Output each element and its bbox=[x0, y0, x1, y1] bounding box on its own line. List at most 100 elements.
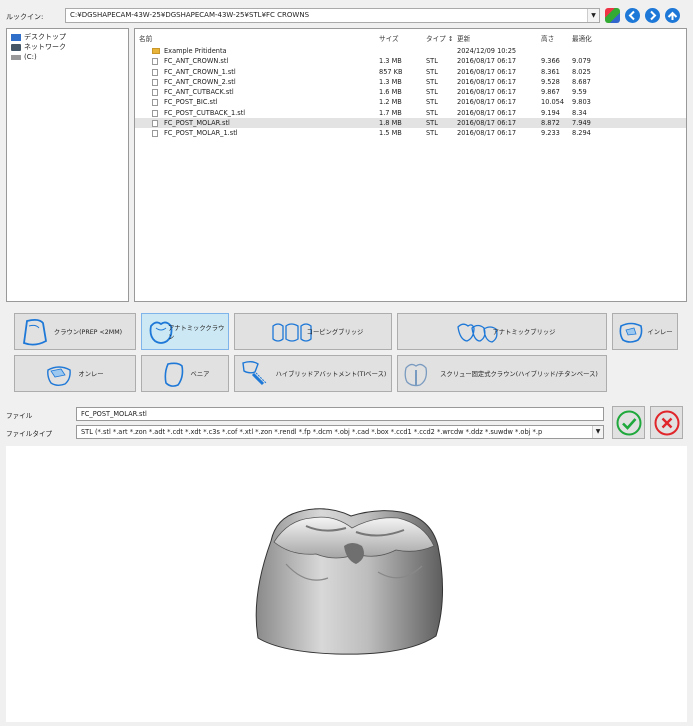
screw-retained-crown-button[interactable]: スクリュー固定式クラウン(ハイブリッド/チタンベース) bbox=[397, 355, 607, 392]
file-row[interactable]: Example Pritidenta 2024/12/09 10:25 bbox=[135, 46, 686, 56]
look-in-label: ルックイン: bbox=[6, 13, 44, 21]
stl-file-icon bbox=[152, 99, 158, 107]
view-3d-icon[interactable] bbox=[605, 8, 620, 23]
button-label: インレー bbox=[647, 329, 673, 336]
stl-file-icon bbox=[152, 109, 158, 117]
tree-item-desktop[interactable]: デスクトップ bbox=[11, 32, 124, 42]
file-name: FC_POST_MOLAR.stl bbox=[164, 119, 230, 128]
column-header-height[interactable]: 高さ bbox=[541, 33, 554, 43]
file-row[interactable]: FC_ANT_CROWN.stl 1.3 MB STL 2016/08/17 0… bbox=[135, 56, 686, 66]
checkmark-icon bbox=[616, 410, 642, 436]
cancel-x-icon bbox=[654, 410, 680, 436]
model-preview[interactable] bbox=[6, 446, 687, 722]
column-header-optimized[interactable]: 最適化 bbox=[572, 33, 592, 43]
veneer-button[interactable]: ベニア bbox=[141, 355, 229, 392]
hybrid-abutment-icon bbox=[242, 361, 267, 386]
folder-icon bbox=[152, 48, 160, 54]
file-optimized: 9.079 bbox=[572, 57, 591, 66]
onlay-icon bbox=[47, 366, 71, 386]
folder-tree[interactable]: デスクトップ ネットワーク (C:) bbox=[6, 28, 129, 302]
file-optimized: 7.949 bbox=[572, 119, 591, 128]
cancel-button[interactable] bbox=[650, 406, 683, 439]
inlay-button[interactable]: インレー bbox=[612, 313, 678, 350]
file-name: FC_POST_BIC.stl bbox=[164, 98, 218, 107]
button-label: オンレー bbox=[78, 371, 104, 378]
file-height: 10.054 bbox=[541, 98, 565, 107]
stl-file-icon bbox=[152, 68, 158, 76]
file-row[interactable]: FC_POST_CUTBACK_1.stl 1.7 MB STL 2016/08… bbox=[135, 108, 686, 118]
file-height: 8.872 bbox=[541, 119, 560, 128]
file-name: FC_ANT_CROWN.stl bbox=[164, 57, 229, 66]
file-type: STL bbox=[426, 88, 438, 97]
button-label: アナトミックブリッジ bbox=[492, 329, 556, 336]
ok-button[interactable] bbox=[612, 406, 645, 439]
file-size: 1.5 MB bbox=[379, 129, 402, 138]
file-name: FC_POST_MOLAR_1.stl bbox=[164, 129, 238, 138]
column-header-name[interactable]: 名前 bbox=[139, 33, 152, 43]
stl-file-icon bbox=[152, 58, 158, 66]
file-type: STL bbox=[426, 119, 438, 128]
button-label: ハイブリッドアバットメント(TIベース) bbox=[275, 371, 387, 378]
file-date: 2016/08/17 06:17 bbox=[457, 119, 517, 128]
file-type-label: ファイルタイプ bbox=[6, 430, 53, 438]
tree-item-network[interactable]: ネットワーク bbox=[11, 42, 124, 52]
path-combobox[interactable]: C:¥DGSHAPECAM-43W-25¥DGSHAPECAM-43W-25¥S… bbox=[65, 8, 600, 23]
file-size: 1.6 MB bbox=[379, 88, 402, 97]
forward-arrow-icon[interactable] bbox=[645, 8, 660, 23]
onlay-button[interactable]: オンレー bbox=[14, 355, 136, 392]
button-label: コーピングブリッジ bbox=[306, 329, 364, 336]
file-name-input[interactable]: FC_POST_MOLAR.stl bbox=[76, 407, 604, 421]
column-header-type[interactable]: タイプ ↕ bbox=[426, 33, 453, 43]
file-type: STL bbox=[426, 67, 438, 76]
veneer-icon bbox=[164, 362, 184, 387]
file-list[interactable]: 名前 サイズ タイプ ↕ 更新 高さ 最適化 Example Pritident… bbox=[134, 28, 687, 302]
file-type-select[interactable]: STL (*.stl *.art *.zon *.adt *.cdt *.xdt… bbox=[76, 425, 604, 439]
tree-item-label: (C:) bbox=[24, 53, 37, 61]
anatomic-crown-button[interactable]: アナトミッククラウン bbox=[141, 313, 229, 350]
column-header-date[interactable]: 更新 bbox=[457, 33, 470, 43]
file-row[interactable]: FC_ANT_CROWN_2.stl 1.3 MB STL 2016/08/17… bbox=[135, 77, 686, 87]
chevron-down-icon[interactable]: ▼ bbox=[587, 9, 599, 22]
file-date: 2016/08/17 06:17 bbox=[457, 77, 517, 86]
file-name: FC_POST_CUTBACK_1.stl bbox=[164, 108, 246, 117]
file-height: 9.867 bbox=[541, 88, 560, 97]
file-height: 9.233 bbox=[541, 129, 560, 138]
file-optimized: 8.294 bbox=[572, 129, 591, 138]
tree-item-label: デスクトップ bbox=[24, 33, 66, 41]
up-arrow-icon[interactable] bbox=[665, 8, 680, 23]
file-type: STL bbox=[426, 108, 438, 117]
stl-file-icon bbox=[152, 89, 158, 97]
button-label: クラウン(PREP <2MM) bbox=[53, 329, 123, 336]
file-optimized: 8.34 bbox=[572, 108, 587, 117]
back-arrow-icon[interactable] bbox=[625, 8, 640, 23]
file-row-selected[interactable]: FC_POST_MOLAR.stl 1.8 MB STL 2016/08/17 … bbox=[135, 118, 686, 129]
chevron-down-icon[interactable]: ▼ bbox=[592, 426, 603, 438]
stl-file-icon bbox=[152, 130, 158, 138]
file-row[interactable]: FC_POST_BIC.stl 1.2 MB STL 2016/08/17 06… bbox=[135, 97, 686, 107]
file-row[interactable]: FC_ANT_CUTBACK.stl 1.6 MB STL 2016/08/17… bbox=[135, 87, 686, 97]
file-date: 2016/08/17 06:17 bbox=[457, 88, 517, 97]
file-row[interactable]: FC_ANT_CROWN_1.stl 857 KB STL 2016/08/17… bbox=[135, 67, 686, 77]
file-size: 1.7 MB bbox=[379, 108, 402, 117]
hybrid-abutment-button[interactable]: ハイブリッドアバットメント(TIベース) bbox=[234, 355, 392, 392]
file-height: 9.194 bbox=[541, 108, 560, 117]
column-header-size[interactable]: サイズ bbox=[379, 33, 399, 43]
file-date: 2016/08/17 06:17 bbox=[457, 67, 517, 76]
file-optimized: 9.59 bbox=[572, 88, 587, 97]
crown-prep-button[interactable]: クラウン(PREP <2MM) bbox=[14, 313, 136, 350]
file-optimized: 8.687 bbox=[572, 77, 591, 86]
coping-bridge-button[interactable]: コーピングブリッジ bbox=[234, 313, 392, 350]
file-size: 1.3 MB bbox=[379, 57, 402, 66]
screw-crown-icon bbox=[404, 363, 428, 387]
file-date: 2024/12/09 10:25 bbox=[457, 47, 517, 55]
file-date: 2016/08/17 06:17 bbox=[457, 98, 517, 107]
anatomic-bridge-button[interactable]: アナトミックブリッジ bbox=[397, 313, 607, 350]
file-name: FC_ANT_CROWN_1.stl bbox=[164, 67, 236, 76]
crown-prep-icon bbox=[23, 318, 47, 346]
file-name-value: FC_POST_MOLAR.stl bbox=[81, 410, 147, 418]
stl-file-icon bbox=[152, 120, 158, 128]
tree-item-drive[interactable]: (C:) bbox=[11, 52, 124, 62]
file-date: 2016/08/17 06:17 bbox=[457, 57, 517, 66]
button-label: アナトミッククラウン bbox=[168, 324, 225, 341]
file-row[interactable]: FC_POST_MOLAR_1.stl 1.5 MB STL 2016/08/1… bbox=[135, 128, 686, 138]
